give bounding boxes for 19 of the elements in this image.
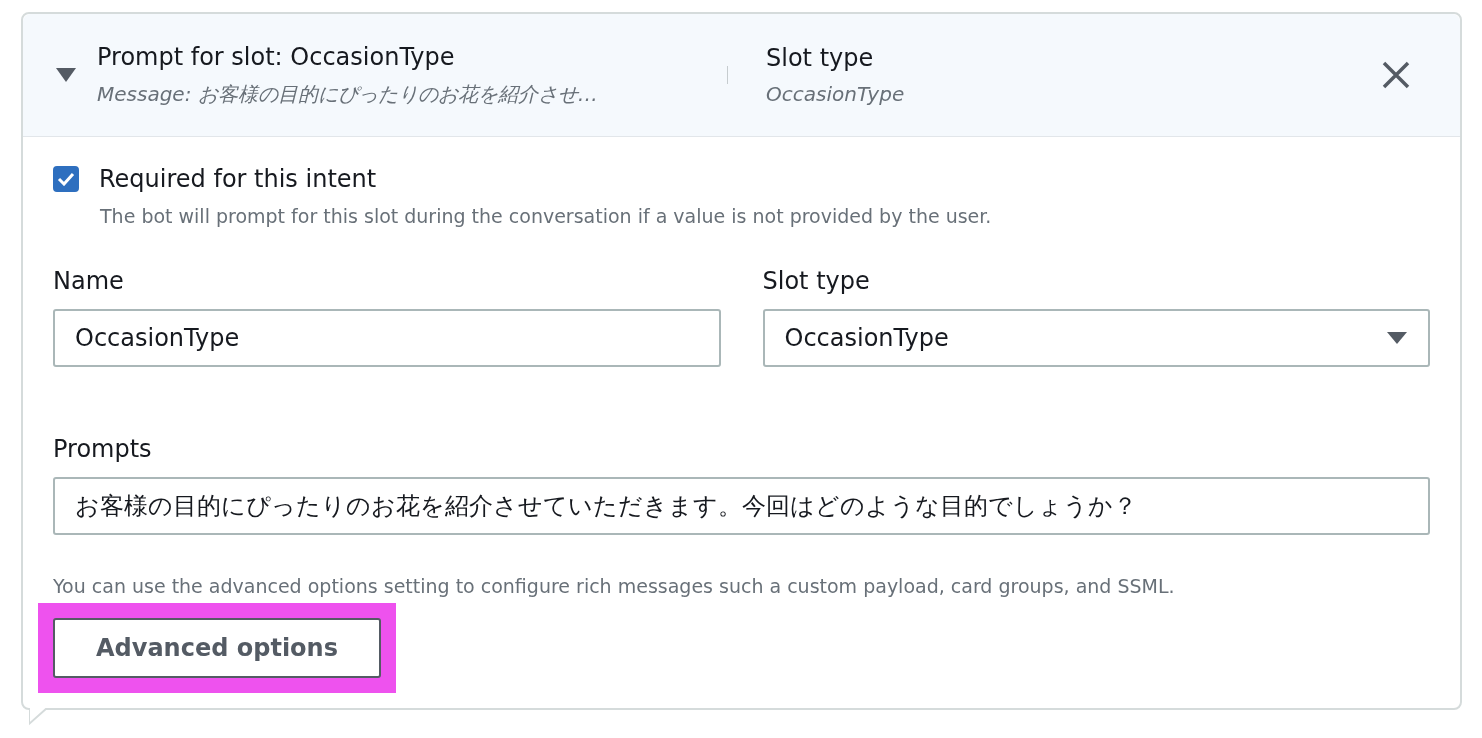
checkbox-description: The bot will prompt for this slot during the conversation if a value is not provided by the user. [100, 205, 993, 227]
field-label: Slot type [762, 267, 871, 295]
field-label: Prompts [53, 435, 153, 463]
dropdown-icon [1386, 331, 1408, 345]
checkbox-label: Required for this intent [99, 165, 377, 193]
message-preview: Message: お客様の目的にぴったりのお花を紹介させ… [97, 80, 599, 108]
prompt-input[interactable]: お客様の目的にぴったりのお花を紹介させていただきます。今回はどのような目的でしょうか？ [53, 477, 1430, 535]
advanced-options-button[interactable]: Advanced options [53, 618, 381, 678]
slot-type-value: OccasionType [766, 82, 905, 106]
close-button[interactable] [1382, 61, 1410, 89]
slot-type-heading: Slot type [766, 44, 875, 72]
slot-type-select[interactable]: OccasionType [762, 309, 1430, 367]
required-checkbox[interactable] [53, 166, 79, 192]
caret-icon[interactable] [55, 67, 77, 83]
card-title: Prompt for slot: OccasionType [97, 42, 456, 71]
name-input[interactable]: OccasionType [53, 309, 721, 367]
field-label: Name [53, 267, 125, 295]
checkmark-icon [57, 172, 75, 186]
help-text: You can use the advanced options setting to configure rich messages such a custom payload, card groups, and SSML. [53, 575, 1176, 597]
